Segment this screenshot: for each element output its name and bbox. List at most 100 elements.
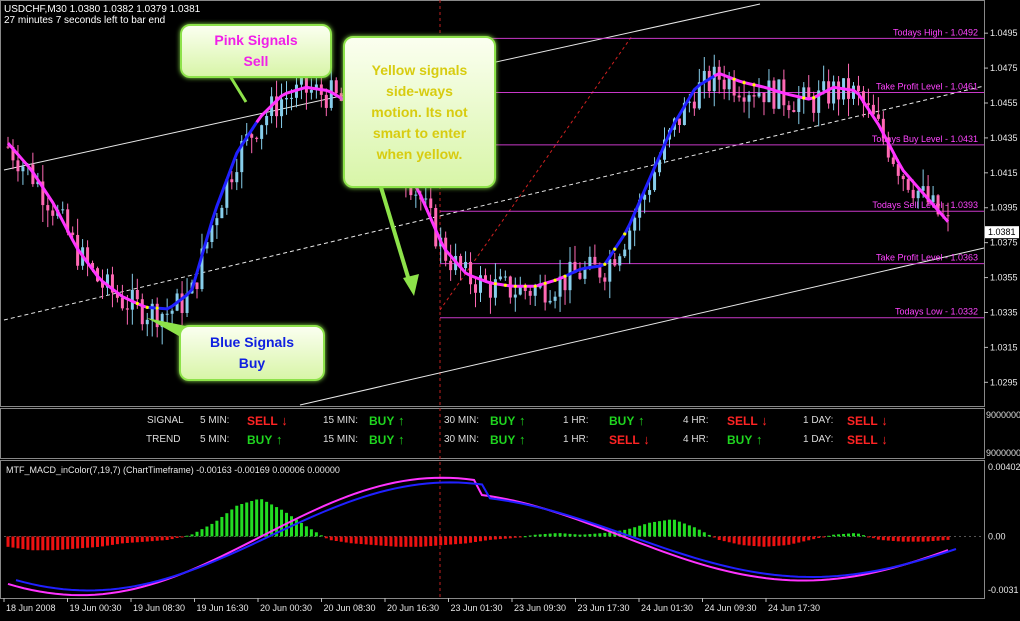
macd-bar-down [822, 536, 826, 538]
macd-bar-up [837, 534, 841, 537]
macd-bar-up [553, 533, 557, 537]
bear-candle [469, 261, 473, 285]
bull-candle [628, 230, 632, 250]
bear-candle [752, 95, 756, 97]
bear-candle [856, 85, 860, 92]
macd-bar-down [404, 536, 408, 547]
callout-yellow-line3: motion. Its not [371, 103, 468, 120]
macd-bar-down [364, 536, 368, 545]
bear-candle [543, 283, 547, 303]
macd-bar-up [702, 532, 706, 537]
bear-candle [906, 179, 910, 190]
macd-bar-down [419, 536, 423, 547]
bull-candle [533, 287, 537, 296]
timeframe-label: 1 DAY: [803, 415, 834, 426]
macd-bar-down [409, 536, 413, 547]
level-label: Take Profit Level - 1.0363 [876, 253, 978, 263]
buy-signal: BUY ↑ [369, 413, 404, 428]
macd-bar-up [185, 535, 189, 537]
price-tick-label: 1.0355 [990, 273, 1018, 283]
bear-candle [429, 198, 433, 208]
callout-pink-line2: Sell [243, 53, 269, 69]
bull-candle [618, 256, 622, 266]
arrow-down-icon: ↓ [639, 432, 650, 447]
bull-candle [309, 89, 313, 93]
macd-bar-up [548, 533, 552, 537]
macd-bar-down [324, 536, 328, 539]
row-label: TREND [146, 434, 181, 445]
macd-bar-down [41, 536, 45, 551]
bear-candle [911, 189, 915, 199]
macd-bar-down [369, 536, 373, 545]
bear-candle [563, 276, 567, 291]
bull-candle [757, 92, 761, 97]
macd-bar-up [225, 513, 229, 537]
macd-bar-down [384, 536, 388, 546]
chart-canvas[interactable]: Todays High - 1.0492 Take Profit Level - … [0, 0, 1020, 616]
bull-candle [653, 172, 657, 191]
macd-bar-down [66, 536, 70, 550]
macd-bar-down [150, 536, 154, 542]
arrow-up-icon: ↑ [394, 413, 405, 428]
macd-bar-up [299, 522, 303, 537]
buy-signal: BUY ↑ [247, 432, 282, 447]
yellow-callout-arrow [378, 183, 413, 288]
macd-bar-down [379, 536, 383, 546]
bear-candle [250, 134, 254, 138]
macd-bar-down [145, 536, 149, 542]
macd-bar-down [787, 536, 791, 545]
bull-candle [289, 97, 293, 99]
callout-blue-line1: Blue Signals [209, 334, 295, 350]
macd-bar-down [444, 536, 448, 545]
macd-bar-down [911, 536, 915, 542]
bull-candle [260, 125, 264, 139]
macd-bar-down [120, 536, 124, 544]
arrow-down-icon: ↓ [877, 413, 888, 428]
bear-candle [742, 97, 746, 102]
arrow-up-icon: ↑ [272, 432, 283, 447]
macd-bar-up [663, 520, 667, 537]
bear-candle [772, 80, 776, 109]
macd-bar-up [533, 534, 537, 537]
macd-bar-down [81, 536, 85, 549]
macd-bar-up [653, 521, 657, 537]
timeframe-label: 1 HR: [563, 434, 589, 445]
timeframe-label: 15 MIN: [323, 415, 359, 426]
price-tick-label: 1.0295 [990, 377, 1018, 387]
signal-row: SIGNAL 5 MIN: SELL ↓ 15 MIN: BUY ↑ 30 MIN: BUY… [0, 413, 984, 429]
signal-value: SELL [847, 414, 878, 428]
bear-candle [578, 272, 582, 279]
pink-callout-pointer [228, 75, 248, 103]
macd-bar-up [852, 533, 856, 537]
macd-bar-down [712, 536, 716, 538]
signal-value: SELL [247, 414, 278, 428]
macd-bar-down [125, 536, 129, 544]
price-tick-label: 1.0335 [990, 307, 1018, 317]
macd-bar-up [648, 522, 652, 537]
bear-candle [51, 210, 55, 216]
macd-bar-down [737, 536, 741, 545]
macd-bar-down [46, 536, 50, 551]
bear-candle [195, 282, 199, 290]
macd-bar-up [240, 503, 244, 537]
macd-bar-down [454, 536, 458, 545]
arrow-up-icon: ↑ [752, 432, 763, 447]
macd-bar-down [175, 536, 179, 538]
bull-candle [832, 81, 836, 104]
bull-candle [648, 190, 652, 195]
macd-bar-up [245, 502, 249, 537]
macd-bar-up [220, 516, 224, 537]
bear-candle [528, 290, 532, 296]
bear-candle [792, 110, 796, 113]
macd-bar-down [429, 536, 433, 547]
time-axis-label: 24 Jun 17:30 [768, 603, 820, 613]
time-axis-label: 24 Jun 09:30 [705, 603, 757, 613]
macd-bar-up [255, 499, 259, 537]
macd-bar-up [578, 534, 582, 537]
bull-candle [513, 294, 517, 298]
macd-bar-down [165, 536, 169, 541]
bull-candle [215, 218, 219, 226]
macd-bar-down [926, 536, 930, 542]
bull-candle [916, 190, 920, 199]
macd-bar-down [797, 536, 801, 543]
